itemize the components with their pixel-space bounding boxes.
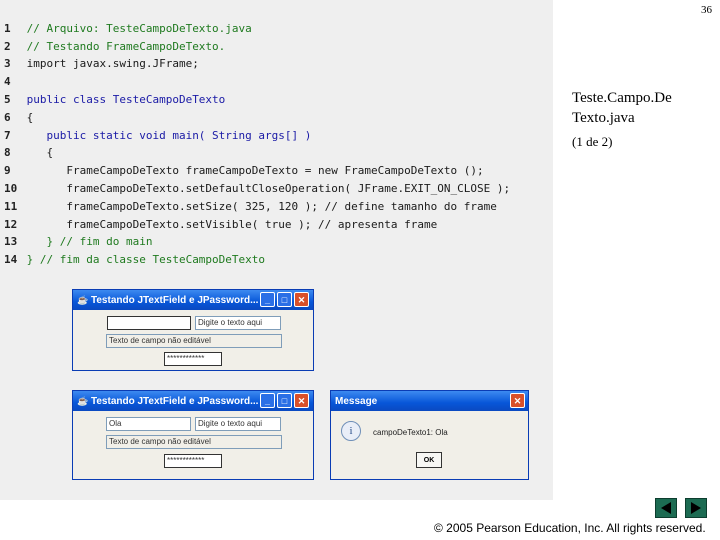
slide-caption: Teste.Campo.De Texto.java (1 de 2) [572,88,672,150]
code-line: 13 } // fim do main [4,235,153,249]
code-line: 6 { [4,110,34,124]
right-arrow-icon [691,502,701,514]
code-listing: 1 // Arquivo: TesteCampoDeTexto.java 2 /… [4,2,510,287]
text-field-3-readonly[interactable]: Texto de campo não editável [106,435,282,449]
window-titlebar[interactable]: ☕ Testando JTextField e JPassword... _ □… [73,391,313,411]
info-icon: i [341,421,361,441]
code-line: 1 // Arquivo: TesteCampoDeTexto.java [4,21,252,35]
ok-button[interactable]: OK [416,452,442,468]
close-button[interactable]: ✕ [510,393,525,408]
next-slide-button[interactable] [685,498,707,518]
message-text: campoDeTexto1: Ola [373,428,448,437]
page-number: 36 [701,4,712,16]
close-button[interactable]: ✕ [294,393,309,408]
password-field[interactable]: ************ [164,352,222,366]
dialog-title: Message [335,395,378,407]
maximize-button[interactable]: □ [277,393,292,408]
caption-title-line1: Teste.Campo.De [572,90,672,106]
text-field-1[interactable]: Ola [106,417,191,431]
code-line: 9 FrameCampoDeTexto frameCampoDeTexto = … [4,164,484,178]
close-button[interactable]: ✕ [294,292,309,307]
text-field-2[interactable]: Digite o texto aqui [195,316,281,330]
code-line: 4 [4,75,11,89]
code-line: 14 } // fim da classe TesteCampoDeTexto [4,253,266,267]
copyright-notice: © 2005 Pearson Education, Inc. All right… [434,521,706,535]
code-line: 12 frameCampoDeTexto.setVisible( true );… [4,217,438,231]
left-arrow-icon [661,502,671,514]
window-title: Testando JTextField e JPassword... [91,395,259,407]
java-cup-icon: ☕ [77,295,89,305]
code-line: 8 { [4,146,54,160]
text-field-3-readonly[interactable]: Texto de campo não editável [106,334,282,348]
caption-title-line2: Texto.java [572,110,635,126]
code-screenshot-panel: 1 // Arquivo: TesteCampoDeTexto.java 2 /… [0,0,553,500]
maximize-button[interactable]: □ [277,292,292,307]
text-field-1[interactable] [107,316,191,330]
code-line: 11 frameCampoDeTexto.setSize( 325, 120 )… [4,199,497,213]
jframe-window-2: ☕ Testando JTextField e JPassword... _ □… [72,390,314,480]
java-cup-icon: ☕ [77,396,89,406]
text-field-2[interactable]: Digite o texto aqui [195,417,281,431]
password-field[interactable]: ************ [164,454,222,468]
code-line: 2 // Testando FrameCampoDeTexto. [4,39,226,53]
message-dialog: Message ✕ i campoDeTexto1: Ola OK [330,390,529,480]
minimize-button[interactable]: _ [260,393,275,408]
code-line: 10 frameCampoDeTexto.setDefaultCloseOper… [4,181,511,195]
window-title: Testando JTextField e JPassword... [91,294,259,306]
minimize-button[interactable]: _ [260,292,275,307]
caption-part: (1 de 2) [572,134,613,149]
code-line: 5 public class TesteCampoDeTexto [4,92,226,106]
code-line: 3 import javax.swing.JFrame; [4,57,199,71]
jframe-window-1: ☕ Testando JTextField e JPassword... _ □… [72,289,314,371]
window-titlebar[interactable]: ☕ Testando JTextField e JPassword... _ □… [73,290,313,310]
previous-slide-button[interactable] [655,498,677,518]
dialog-titlebar[interactable]: Message ✕ [331,391,528,411]
code-line: 7 public static void main( String args[]… [4,128,312,142]
